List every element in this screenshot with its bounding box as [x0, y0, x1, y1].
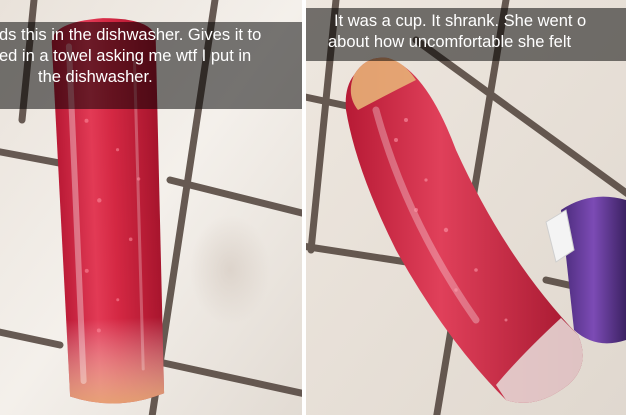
caption-line: It was a cup. It shrank. She went o: [334, 12, 587, 30]
caption-line: the dishwasher.: [38, 68, 153, 86]
caption-line: ed in a towel asking me wtf I put in: [0, 47, 252, 65]
right-snap-caption: It was a cup. It shrank. She went o abou…: [306, 8, 626, 61]
caption-line: ds this in the dishwasher. Gives it to: [0, 26, 262, 44]
snapchat-collage: ds this in the dishwasher. Gives it to e…: [0, 0, 626, 415]
right-photo-shrunken-cup-on-tiles: [306, 0, 626, 415]
caption-line: about how uncomfortable she felt: [328, 33, 572, 51]
right-snap-panel: It was a cup. It shrank. She went o abou…: [306, 0, 626, 415]
left-snap-caption: ds this in the dishwasher. Gives it to e…: [0, 22, 302, 109]
left-snap-panel: ds this in the dishwasher. Gives it to e…: [0, 0, 302, 415]
